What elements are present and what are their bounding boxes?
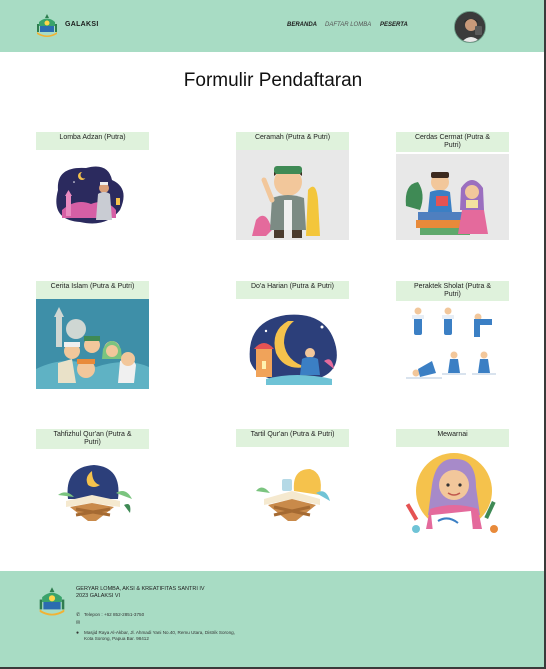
card-label: Tartil Qur'an (Putra & Putri) [236, 429, 349, 447]
footer-phone[interactable]: ✆ Telepon : +62 852-2851-3750 [76, 612, 144, 618]
card-lomba-adzan[interactable]: Lomba Adzan (Putra) [36, 132, 150, 232]
adzan-illustration-icon [56, 166, 124, 224]
card-cerita-islam[interactable]: Cerita Islam (Putra & Putri) [36, 281, 150, 391]
nav-peserta[interactable]: PESERTA [380, 22, 408, 28]
mewarnai-illustration-icon [405, 453, 498, 534]
peraktek-sholat-illustration-icon [406, 307, 496, 379]
tartil-quran-illustration-icon [256, 469, 330, 521]
card-ceramah[interactable]: Ceramah (Putra & Putri) [236, 132, 350, 242]
tahfizhul-quran-illustration-icon [58, 465, 132, 521]
card-label: Ceramah (Putra & Putri) [236, 132, 349, 150]
card-tartil-quran[interactable]: Tartil Qur'an (Putra & Putri) [236, 429, 350, 529]
card-label: Tahfizhul Qur'an (Putra & Putri) [36, 429, 149, 449]
card-cerdas-cermat[interactable]: Cerdas Cermat (Putra & Putri) [396, 132, 510, 242]
footer: GERYAR LOMBA, AKSI & KREATIFITAS SANTRI … [0, 571, 546, 669]
top-navbar: GALAKSI BERANDA DAFTAR LOMBA PESERTA [0, 0, 546, 52]
doa-harian-illustration-icon [249, 314, 337, 385]
card-label: Lomba Adzan (Putra) [36, 132, 149, 150]
footer-title-line1: GERYAR LOMBA, AKSI & KREATIFITAS SANTRI … [76, 586, 205, 592]
email-icon: ✉ [76, 620, 81, 626]
card-doa-harian[interactable]: Do'a Harian (Putra & Putri) [236, 281, 350, 391]
user-avatar[interactable] [454, 11, 486, 43]
footer-email[interactable]: ✉ [76, 620, 84, 626]
card-peraktek-sholat[interactable]: Peraktek Sholat (Putra & Putri) [396, 281, 510, 391]
nav-daftar-lomba[interactable]: DAFTAR LOMBA [325, 22, 371, 28]
footer-address-line2: Kota Sorong, Papua Bar. 98412 [84, 636, 149, 641]
card-label: Do'a Harian (Putra & Putri) [236, 281, 349, 299]
card-label: Mewarnai [396, 429, 509, 447]
phone-icon: ✆ [76, 612, 81, 618]
card-label: Cerita Islam (Putra & Putri) [36, 281, 149, 299]
nav-beranda[interactable]: BERANDA [287, 22, 317, 28]
galaksi-logo-icon[interactable] [35, 13, 59, 39]
card-mewarnai[interactable]: Mewarnai [396, 429, 510, 539]
ceramah-illustration-icon [236, 150, 349, 240]
galaksi-footer-logo-icon [39, 587, 65, 616]
avatar-photo-icon [455, 12, 485, 42]
footer-address: ● Masjid Raya Al-Akbar, Jl. Ahmadi Yani … [76, 630, 235, 642]
brand-name[interactable]: GALAKSI [65, 21, 99, 28]
cerita-islam-illustration-icon [36, 299, 149, 389]
footer-phone-text: Telepon : +62 852-2851-3750 [84, 612, 145, 617]
page-title: Formulir Pendaftaran [183, 70, 363, 91]
card-label: Peraktek Sholat (Putra & Putri) [396, 281, 509, 301]
cerdas-cermat-illustration-icon [396, 154, 509, 240]
card-label: Cerdas Cermat (Putra & Putri) [396, 132, 509, 152]
footer-title-line2: 2023 GALAKSI VI [76, 593, 121, 599]
location-pin-icon: ● [76, 630, 80, 636]
footer-title: GERYAR LOMBA, AKSI & KREATIFITAS SANTRI … [76, 586, 205, 600]
card-tahfizhul-quran[interactable]: Tahfizhul Qur'an (Putra & Putri) [36, 429, 150, 529]
